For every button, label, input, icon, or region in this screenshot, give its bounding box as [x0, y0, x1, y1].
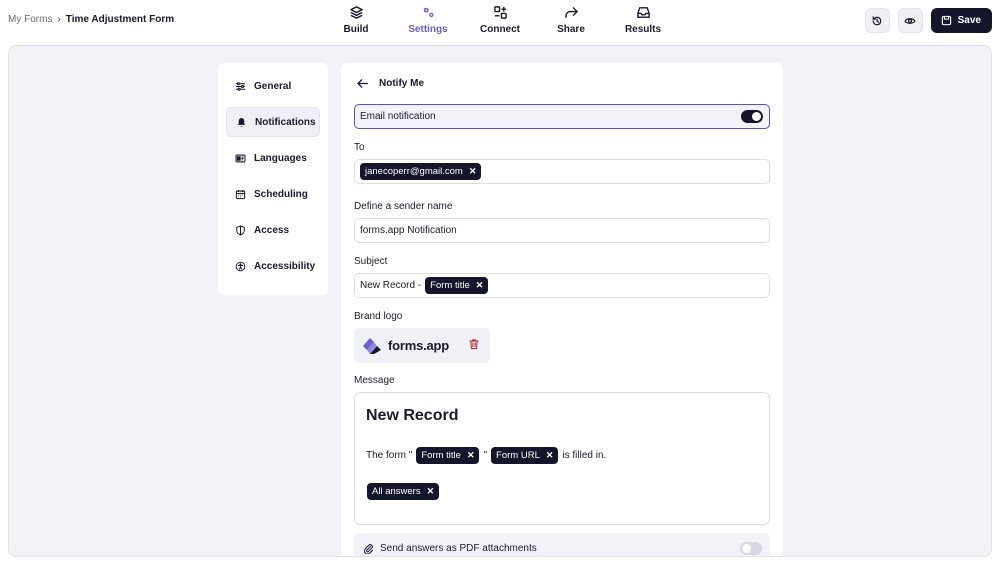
sidebar-item-access[interactable]: Access: [226, 215, 320, 245]
connect-icon: [493, 6, 507, 19]
sender-name-field[interactable]: forms.app Notification: [354, 218, 770, 243]
workspace: General Notifications Languages Scheduli…: [8, 45, 992, 557]
delete-logo-button[interactable]: [468, 337, 480, 355]
chip-text: All answers: [372, 486, 421, 497]
sidebar-item-label: Accessibility: [254, 260, 316, 272]
nav-connect-label: Connect: [480, 24, 520, 35]
history-icon: [872, 15, 882, 25]
sidebar-item-general[interactable]: General: [226, 71, 320, 101]
panel-title: Notify Me: [379, 78, 424, 89]
pdf-attachment-row[interactable]: Send answers as PDF attachments: [354, 533, 770, 556]
nav-share[interactable]: Share: [541, 5, 601, 35]
sidebar-item-label: Languages: [254, 152, 307, 164]
layers-icon: [349, 6, 363, 19]
sliders-icon: [235, 81, 246, 91]
save-icon: [941, 15, 951, 26]
top-actions: Save: [864, 8, 992, 33]
paperclip-icon: [363, 543, 374, 554]
remove-chip-icon[interactable]: ✕: [546, 450, 554, 461]
subject-label: Subject: [354, 256, 388, 267]
remove-chip-icon[interactable]: ✕: [469, 166, 477, 177]
message-text: is filled in.: [562, 450, 607, 461]
nav-build-label: Build: [343, 24, 369, 35]
recipient-chip[interactable]: janecoperr@gmail.com ✕: [360, 163, 482, 180]
message-text: ": [483, 450, 488, 461]
notify-me-panel: Notify Me Email notification To janecope…: [341, 63, 783, 556]
sidebar-item-accessibility[interactable]: Accessibility: [226, 251, 320, 281]
inbox-icon: [636, 7, 650, 18]
sidebar-item-label: Notifications: [255, 116, 316, 128]
email-notification-toggle[interactable]: [741, 110, 763, 123]
brand-logo-box[interactable]: forms.app: [354, 328, 490, 363]
sidebar-item-languages[interactable]: Languages: [226, 143, 320, 173]
remove-chip-icon[interactable]: ✕: [476, 280, 484, 291]
nav-build[interactable]: Build: [326, 5, 386, 35]
chip-text: Form URL: [496, 450, 540, 461]
form-title-chip[interactable]: Form title ✕: [416, 447, 480, 464]
nav-connect[interactable]: Connect: [470, 5, 530, 35]
subject-chip-text: Form title: [430, 280, 470, 291]
message-editor[interactable]: New Record The form " Form title ✕ " For…: [354, 392, 770, 525]
eye-icon: [904, 17, 916, 24]
sender-name-value: forms.app Notification: [360, 225, 457, 236]
language-icon: [235, 154, 246, 162]
forms-app-logo-icon: [363, 337, 381, 354]
pdf-attachment-toggle[interactable]: [740, 541, 762, 555]
to-label: To: [354, 142, 365, 153]
subject-prefix: New Record -: [360, 280, 422, 291]
nav-share-label: Share: [557, 24, 585, 35]
message-label: Message: [354, 375, 395, 386]
bell-icon: [237, 117, 246, 127]
shield-icon: [236, 225, 245, 235]
subject-chip[interactable]: Form title ✕: [425, 277, 489, 294]
sender-name-label: Define a sender name: [354, 201, 453, 212]
settings-sidebar: General Notifications Languages Scheduli…: [218, 63, 328, 295]
nav-settings[interactable]: Settings: [398, 5, 458, 35]
remove-chip-icon[interactable]: ✕: [427, 486, 435, 497]
recipient-chip-text: janecoperr@gmail.com: [365, 166, 463, 177]
sidebar-item-label: Access: [254, 224, 290, 236]
all-answers-chip[interactable]: All answers ✕: [367, 483, 440, 500]
calendar-icon: [235, 189, 246, 199]
pdf-attachment-label: Send answers as PDF attachments: [380, 542, 537, 554]
sidebar-item-notifications[interactable]: Notifications: [226, 107, 320, 137]
save-button[interactable]: Save: [930, 8, 992, 33]
top-bar: My Forms › Time Adjustment Form Build Se…: [0, 0, 1000, 42]
to-field[interactable]: janecoperr@gmail.com ✕: [354, 159, 770, 184]
nav-results[interactable]: Results: [613, 5, 673, 35]
sidebar-item-scheduling[interactable]: Scheduling: [226, 179, 320, 209]
accessibility-icon: [235, 261, 246, 271]
panel-header: Notify Me: [356, 77, 424, 90]
save-label: Save: [957, 15, 981, 26]
sidebar-item-label: Scheduling: [254, 188, 308, 200]
email-notification-row[interactable]: Email notification: [354, 104, 770, 129]
email-notification-label: Email notification: [360, 111, 436, 122]
back-arrow-icon[interactable]: [356, 77, 369, 90]
preview-button[interactable]: [897, 8, 923, 33]
subject-field[interactable]: New Record - Form title ✕: [354, 273, 770, 298]
pdf-attachment-label-group: Send answers as PDF attachments: [363, 543, 537, 554]
sidebar-item-label: General: [254, 80, 292, 92]
form-url-chip[interactable]: Form URL ✕: [491, 447, 559, 464]
gears-icon: [423, 7, 433, 17]
history-button[interactable]: [864, 8, 890, 33]
remove-chip-icon[interactable]: ✕: [467, 450, 475, 461]
main-nav: Build Settings Connect Share Results: [0, 5, 1000, 39]
share-icon: [564, 7, 578, 18]
nav-results-label: Results: [624, 24, 662, 35]
message-answers-line: All answers ✕: [367, 481, 440, 500]
brand-logo-label: Brand logo: [354, 311, 403, 322]
brand-logo-text: forms.app: [388, 338, 450, 353]
chip-text: Form title: [421, 450, 461, 461]
message-text: The form ": [366, 450, 413, 461]
message-body-line: The form " Form title ✕ " Form URL ✕ is …: [366, 447, 606, 464]
nav-settings-label: Settings: [408, 24, 448, 35]
trash-icon: [469, 338, 479, 349]
message-title: New Record: [366, 407, 459, 424]
